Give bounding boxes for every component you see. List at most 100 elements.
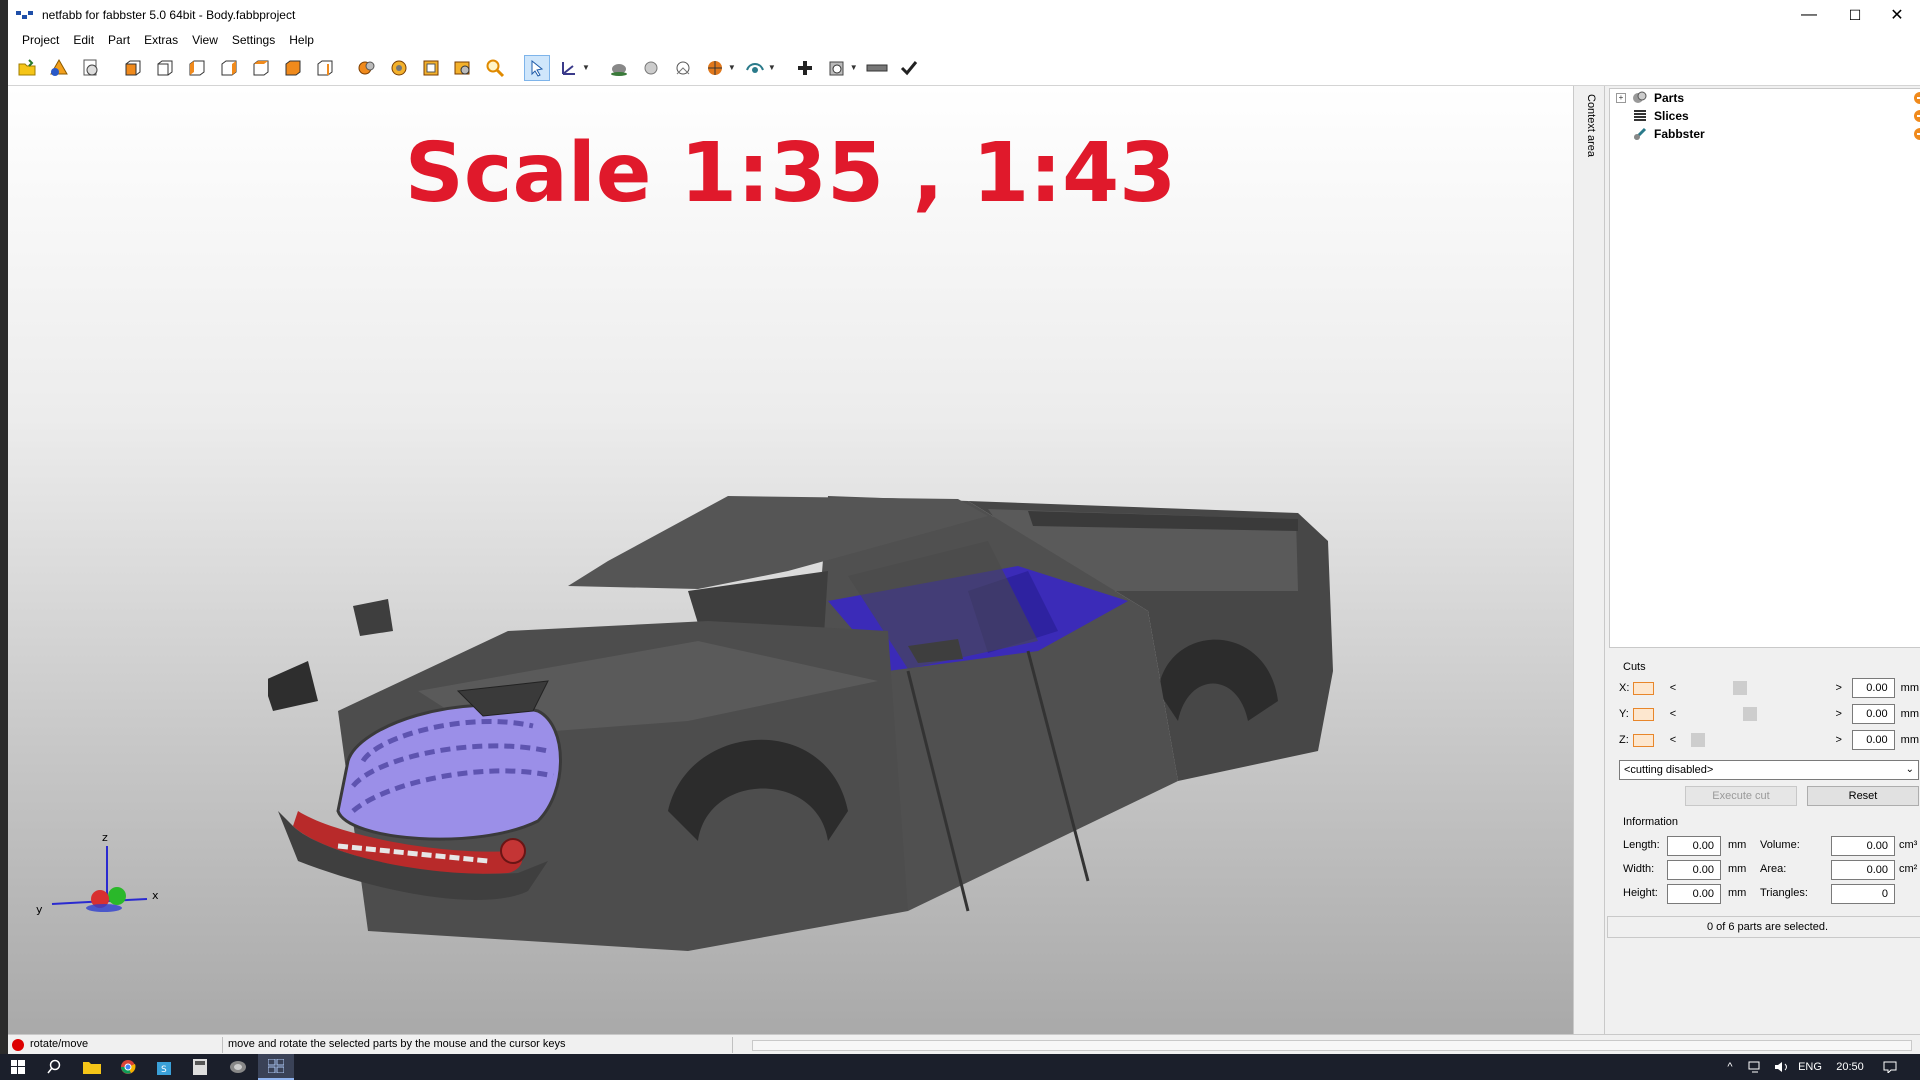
cut-plane-toggle[interactable] [1632, 707, 1655, 721]
progress-bar [752, 1040, 1912, 1051]
shading-icon[interactable] [606, 55, 632, 81]
truck-body-model[interactable] [268, 391, 1348, 991]
view-top-icon[interactable] [248, 55, 274, 81]
rotate-move-icon[interactable] [556, 55, 582, 81]
zoom-window-icon[interactable] [450, 55, 476, 81]
decrease-button[interactable]: < [1666, 734, 1680, 746]
cutting-mode-select[interactable]: <cutting disabled> ⌄ [1619, 760, 1919, 780]
view-bottom-icon[interactable] [280, 55, 306, 81]
chevron-down-icon[interactable]: ▼ [850, 63, 858, 72]
chevron-up-icon[interactable]: ^ [1720, 1054, 1740, 1080]
scale-overlay-text: Scale 1:35 , 1:43 [404, 126, 1177, 221]
notifications-icon[interactable] [1876, 1054, 1904, 1080]
view-front-icon[interactable] [120, 55, 146, 81]
zoom-icon[interactable] [482, 55, 508, 81]
zoom-selection-icon[interactable] [418, 55, 444, 81]
increase-button[interactable]: > [1832, 734, 1846, 746]
select-pointer-icon[interactable] [524, 54, 550, 81]
increase-button[interactable]: > [1832, 708, 1846, 720]
network-icon[interactable] [1744, 1054, 1768, 1080]
menu-help[interactable]: Help [282, 33, 321, 47]
transparency-icon[interactable] [638, 55, 664, 81]
cut-value-field[interactable]: 0.00 [1851, 678, 1895, 698]
apply-icon[interactable] [896, 55, 922, 81]
open-project-icon[interactable] [14, 55, 40, 81]
decrease-button[interactable]: < [1666, 708, 1680, 720]
import-icon[interactable] [78, 55, 104, 81]
menu-project[interactable]: Project [15, 33, 66, 47]
measure-icon[interactable] [864, 55, 890, 81]
menu-settings[interactable]: Settings [225, 33, 282, 47]
title-bar: netfabb for fabbster 5.0 64bit - Body.fa… [8, 0, 1920, 30]
file-explorer-icon[interactable] [74, 1054, 110, 1080]
unit-label: mm [1900, 682, 1919, 694]
language-indicator[interactable]: ENG [1796, 1054, 1824, 1080]
execute-cut-button[interactable]: Execute cut [1685, 786, 1797, 806]
slider-thumb[interactable] [1742, 707, 1757, 721]
cut-slider[interactable] [1684, 681, 1828, 695]
minimize-button[interactable]: — [1786, 0, 1832, 30]
calculator-icon[interactable] [182, 1054, 218, 1080]
cut-value-field[interactable]: 0.00 [1851, 730, 1895, 750]
tree-item-label: Parts [1654, 91, 1685, 105]
menu-view[interactable]: View [185, 33, 225, 47]
volume-icon[interactable] [1770, 1054, 1794, 1080]
cut-slider[interactable] [1684, 733, 1828, 747]
context-area-tab[interactable]: Context area [1579, 86, 1605, 1034]
settings-flag-icon[interactable] [1913, 109, 1920, 123]
view-options-icon[interactable] [742, 55, 768, 81]
menu-extras[interactable]: Extras [137, 33, 185, 47]
settings-flag-icon[interactable] [1913, 127, 1920, 141]
view-perspective-icon[interactable] [312, 55, 338, 81]
store-icon[interactable]: S [146, 1054, 182, 1080]
settings-flag-icon[interactable] [1913, 91, 1920, 105]
color-mode-icon[interactable] [702, 55, 728, 81]
zoom-all-icon[interactable] [386, 55, 412, 81]
cut-plane-toggle[interactable] [1632, 733, 1655, 747]
reset-button[interactable]: Reset [1807, 786, 1919, 806]
search-icon[interactable] [36, 1054, 72, 1080]
cut-plane-toggle[interactable] [1632, 681, 1655, 695]
close-button[interactable]: ✕ [1874, 0, 1920, 30]
view-right-icon[interactable] [216, 55, 242, 81]
cut-row-x: X: < > 0.00 mm [1619, 678, 1919, 698]
netfabb-logo-icon [16, 11, 33, 19]
clock[interactable]: 20:50 [1832, 1054, 1868, 1080]
menu-bar: Project Edit Part Extras View Settings H… [8, 30, 1920, 50]
height-label: Height: [1623, 887, 1658, 899]
add-part-icon[interactable] [46, 55, 72, 81]
task-view-icon[interactable] [258, 1054, 294, 1080]
maximize-button[interactable]: ☐ [1832, 0, 1878, 30]
repair-icon[interactable] [824, 55, 850, 81]
cut-value-field[interactable]: 0.00 [1851, 704, 1895, 724]
decrease-button[interactable]: < [1666, 682, 1680, 694]
chevron-down-icon[interactable]: ▼ [728, 63, 736, 72]
expand-icon[interactable]: + [1616, 93, 1626, 103]
start-icon[interactable] [0, 1054, 36, 1080]
context-area-label: Context area [1585, 94, 1597, 157]
slider-thumb[interactable] [1690, 733, 1705, 747]
chrome-icon[interactable] [110, 1054, 146, 1080]
tree-item-fabbster[interactable]: Fabbster [1610, 125, 1920, 143]
cut-axis-label: X: [1619, 682, 1630, 694]
unit-label: mm [1900, 734, 1919, 746]
chevron-down-icon[interactable]: ▼ [768, 63, 776, 72]
cut-slider[interactable] [1684, 707, 1828, 721]
chevron-down-icon[interactable]: ▼ [582, 63, 590, 72]
menu-edit[interactable]: Edit [66, 33, 101, 47]
slider-thumb[interactable] [1732, 681, 1747, 695]
coordinate-system-icon[interactable] [670, 55, 696, 81]
tree-item-slices[interactable]: Slices [1610, 107, 1920, 125]
window-title: netfabb for fabbster 5.0 64bit - Body.fa… [42, 8, 296, 22]
tree-item-parts[interactable]: + Parts [1610, 89, 1920, 107]
add-icon[interactable] [792, 55, 818, 81]
netfabb-icon[interactable] [220, 1054, 256, 1080]
view-back-icon[interactable] [152, 55, 178, 81]
menu-part[interactable]: Part [101, 33, 137, 47]
3d-viewport[interactable]: Scale 1:35 , 1:43 z x y [8, 86, 1573, 1034]
zoom-part-icon[interactable] [354, 55, 380, 81]
view-left-icon[interactable] [184, 55, 210, 81]
height-value: 0.00 [1667, 884, 1721, 904]
unit-label: cm² [1899, 863, 1918, 875]
increase-button[interactable]: > [1832, 682, 1846, 694]
